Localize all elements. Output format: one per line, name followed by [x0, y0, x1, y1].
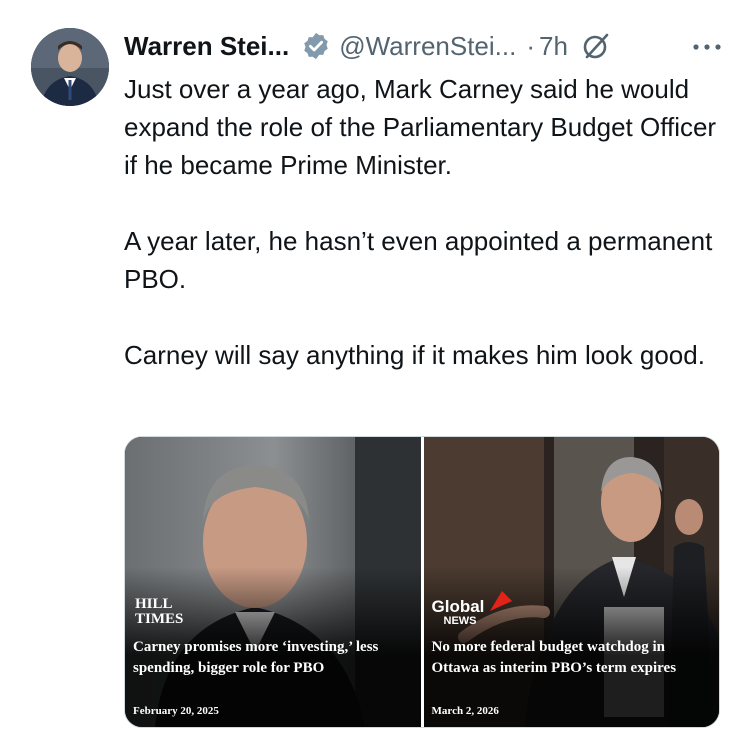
more-options-icon[interactable] — [689, 35, 725, 59]
tweet-timestamp[interactable]: 7h — [539, 31, 568, 62]
logo-text: Global — [431, 597, 485, 616]
global-news-logo: Global — [432, 597, 485, 617]
separator-dot: · — [526, 30, 536, 61]
article-headline: No more federal budget watchdog in Ottaw… — [431, 639, 677, 676]
article-headline: Carney promises more ‘investing,’ less s… — [133, 639, 379, 676]
media-image-left[interactable]: HILL TIMES Carney promises more ‘investi… — [125, 437, 421, 727]
tweet-paragraph: Just over a year ago, Mark Carney said h… — [124, 74, 717, 180]
tweet-text: Just over a year ago, Mark Carney said h… — [124, 70, 724, 374]
tweet-paragraph: Carney will say anything if it makes him… — [124, 340, 705, 370]
author-handle[interactable]: @WarrenStei... — [339, 31, 516, 62]
global-arrow-icon — [489, 591, 512, 611]
hill-times-logo: HILL TIMES — [135, 597, 183, 627]
article-date: March 2, 2026 — [431, 705, 499, 717]
tweet-paragraph: A year later, he hasn’t even appointed a… — [124, 226, 713, 294]
verified-badge-icon[interactable] — [301, 31, 331, 61]
grok-icon[interactable] — [580, 30, 612, 62]
article-date: February 20, 2025 — [133, 705, 219, 717]
tweet-header: Warren Stei... @WarrenStei... · 7h — [124, 26, 734, 66]
author-avatar[interactable] — [31, 28, 109, 106]
logo-line: TIMES — [135, 611, 184, 627]
logo-line: HILL — [135, 596, 173, 612]
global-news-logo-sub: NEWS — [443, 615, 477, 627]
tweet-media: HILL TIMES Carney promises more ‘investi… — [124, 436, 720, 728]
avatar-image — [31, 28, 109, 106]
author-name[interactable]: Warren Stei... — [124, 31, 289, 62]
media-image-right[interactable]: Global NEWS No more federal budget watch… — [420, 437, 719, 727]
